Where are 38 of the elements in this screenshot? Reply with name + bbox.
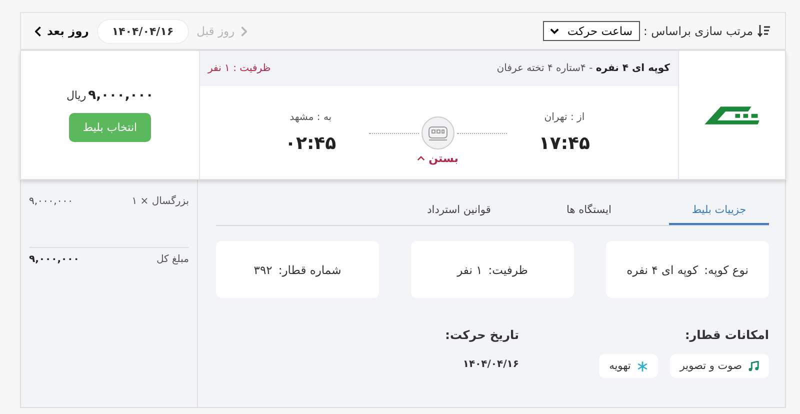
fare-amount: ۹,۰۰۰,۰۰۰ bbox=[29, 254, 80, 267]
amenity-chip: تهویه bbox=[599, 354, 658, 378]
fare-label: بزرگسال × ۱ bbox=[132, 196, 189, 209]
music-note-icon bbox=[748, 360, 759, 372]
info-value: کوپه ای ۴ نفره bbox=[626, 262, 698, 276]
sort-label: مرتب سازی براساس : bbox=[644, 24, 753, 38]
tab[interactable]: جزییات بلیط bbox=[669, 196, 769, 225]
origin-label: از : تهران bbox=[544, 112, 585, 122]
ticket-title: کوپه ای ۴ نفره - ۴ستاره ۴ تخته عرفان bbox=[496, 63, 670, 74]
train-icon bbox=[420, 116, 454, 150]
info-label: ظرفیت: bbox=[488, 262, 528, 276]
info-label: شماره قطار: bbox=[278, 262, 342, 276]
sort-icon bbox=[757, 24, 771, 38]
info-value: ۳۹۲ bbox=[254, 262, 272, 276]
fare-label: مبلغ کل bbox=[156, 254, 189, 267]
date-pill: ۱۴۰۴/۰۴/۱۶ bbox=[96, 18, 189, 44]
amenities-heading: امکانات قطار: bbox=[684, 328, 769, 342]
currency-label: ریال bbox=[66, 89, 86, 102]
info-value: ۱ نفر bbox=[457, 262, 482, 276]
price-amount: ۹,۰۰۰,۰۰۰ bbox=[88, 88, 154, 103]
next-day-button[interactable]: روز بعد bbox=[35, 24, 89, 38]
collapse-link[interactable]: بستن bbox=[416, 152, 458, 165]
destination-label: به : مشهد bbox=[290, 112, 332, 122]
tab[interactable]: ایستگاه ها bbox=[539, 196, 639, 225]
departure-time: ۱۷:۴۵ bbox=[538, 132, 590, 154]
arrival-time: ۰۲:۴۵ bbox=[285, 132, 336, 154]
info-label: نوع کوپه: bbox=[704, 262, 748, 276]
snowflake-icon bbox=[636, 360, 648, 372]
amenity-chip: صوت و تصویر bbox=[670, 354, 769, 378]
fare-amount: ۹,۰۰۰,۰۰۰ bbox=[29, 196, 73, 209]
chevron-left-icon bbox=[35, 26, 42, 36]
sort-dropdown[interactable]: ساعت حرکت bbox=[543, 21, 640, 41]
caret-icon bbox=[416, 156, 425, 161]
departure-date-heading: تاریخ حرکت: bbox=[445, 328, 519, 342]
tab[interactable]: قوانین استرداد bbox=[409, 196, 509, 225]
chevron-right-icon bbox=[240, 26, 247, 36]
capacity-label: ظرفیت : ۱ نفر bbox=[208, 63, 271, 74]
departure-date: ۱۴۰۴/۰۴/۱۶ bbox=[462, 359, 519, 370]
